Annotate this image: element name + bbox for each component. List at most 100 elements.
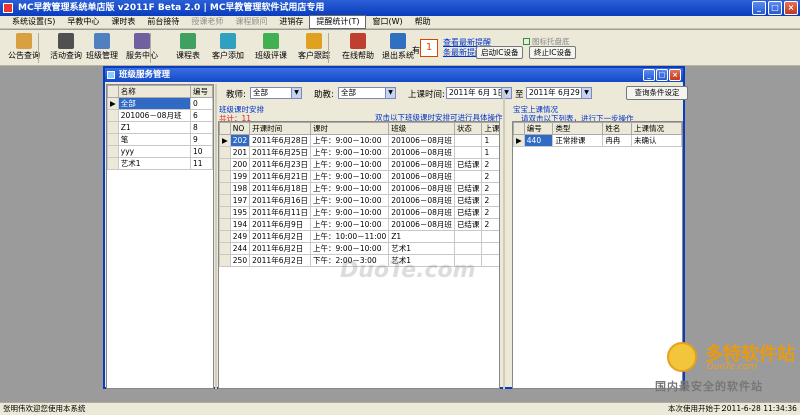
schedule-icon	[180, 33, 196, 49]
chevron-down-icon[interactable]: ▼	[385, 88, 395, 98]
row-indicator	[219, 146, 231, 159]
table-cell: 已结课	[453, 158, 483, 171]
table-cell: 197	[229, 194, 251, 207]
toolbar-button[interactable]: 课程表	[166, 32, 210, 64]
column-header[interactable]: 上课人数	[481, 122, 499, 135]
menu-item[interactable]: 授课老师	[185, 16, 229, 28]
column-header[interactable]: 上课情况	[630, 122, 682, 135]
table-row[interactable]: 201 2011年6月25日 上午：9:00－10:00 201006－08月班 1	[219, 146, 499, 159]
table-row[interactable]: 201006－08月班 6	[107, 109, 213, 122]
column-header[interactable]: NO	[229, 122, 251, 135]
table-row[interactable]: ▶ 全部 0	[107, 97, 213, 110]
minimize-button[interactable]: _	[752, 1, 766, 15]
table-cell: 2	[481, 182, 499, 195]
maximize-button[interactable]: □	[768, 1, 782, 15]
teacher-select[interactable]: 全部 ▼	[250, 87, 302, 99]
toolbar-button[interactable]: 服务中心	[120, 32, 164, 64]
table-cell: 笔	[117, 133, 192, 146]
table-row[interactable]: ▶ 440 正常排课 冉冉 未确认	[513, 134, 682, 147]
toolbar-button[interactable]: 客户添加	[206, 32, 250, 64]
assistant-select[interactable]: 全部 ▼	[338, 87, 396, 99]
table-row[interactable]: ▶ 202 2011年6月28日 上午：9:00－10:00 201006－08月班 1	[219, 134, 499, 147]
table-cell: 上午：9:00－10:00	[310, 206, 390, 219]
child-close-button[interactable]: ×	[669, 69, 681, 81]
table-row[interactable]: 197 2011年6月16日 上午：9:00－10:00 201006－08月班 已结课…	[219, 194, 499, 207]
table-row[interactable]: 199 2011年6月21日 上午：9:00－10:00 201006－08月班 2	[219, 170, 499, 183]
start-ic-button[interactable]: 启动IC设备	[476, 46, 524, 59]
reminder-count[interactable]: 1	[420, 39, 438, 57]
menu-item[interactable]: 帮助	[409, 16, 437, 28]
menu-item[interactable]: 系统设置(S)	[6, 16, 61, 28]
table-row[interactable]: 194 2011年6月9日 上午：9:00－10:00 201006－08月班 已结课 2	[219, 218, 499, 231]
menu-bar: 系统设置(S) 早教中心 课时表 前台接待 授课老师 课程顾问 进销存 提醒统计(T) 窗口(W…	[0, 15, 800, 29]
table-cell	[453, 170, 483, 183]
menu-item[interactable]: 提醒统计(T)	[309, 15, 367, 29]
chevron-down-icon[interactable]: ▼	[291, 88, 301, 98]
menu-item[interactable]: 课时表	[105, 16, 141, 28]
toolbar-button[interactable]: 公告查询	[2, 32, 46, 64]
chevron-down-icon[interactable]: ▼	[581, 88, 591, 98]
notice-icon	[16, 33, 32, 49]
exit-icon	[390, 33, 406, 49]
row-indicator: ▶	[513, 134, 525, 147]
menu-item[interactable]: 进销存	[273, 16, 309, 28]
child-maximize-button[interactable]: □	[656, 69, 668, 81]
toolbar-label: 在线帮助	[342, 51, 374, 60]
toolbar-button[interactable]: 客户跟踪	[292, 32, 336, 64]
menu-item[interactable]: 窗口(W)	[366, 16, 408, 28]
table-row[interactable]: 笔9	[107, 133, 213, 146]
table-cell	[453, 134, 483, 147]
table-row[interactable]: 198 2011年6月18日 上午：9:00－10:00 201006－08月班 已结课…	[219, 182, 499, 195]
menu-item[interactable]: 课程顾问	[229, 16, 273, 28]
status-session-label: 本次使用开始于：	[668, 404, 728, 413]
table-row[interactable]: Z1 8	[107, 121, 213, 134]
menu-item[interactable]: 早教中心	[61, 16, 105, 28]
tray-checkbox[interactable]: 图标托盘底	[523, 36, 570, 47]
toolbar-button[interactable]: 班级管理	[80, 32, 124, 64]
column-header[interactable]: 状态	[453, 122, 483, 135]
column-header[interactable]: 开课时间	[249, 122, 312, 135]
checkbox-icon[interactable]	[523, 38, 530, 45]
child-minimize-button[interactable]: _	[643, 69, 655, 81]
column-header[interactable]: 课时	[310, 122, 390, 135]
table-cell: 2	[481, 158, 499, 171]
menu-item[interactable]: 前台接待	[141, 16, 185, 28]
table-row[interactable]: 200 2011年6月23日 上午：9:00－10:00 201006－08月班 已结课…	[219, 158, 499, 171]
toolbar-separator	[38, 33, 39, 63]
table-cell: 2	[481, 206, 499, 219]
splitter[interactable]	[215, 84, 217, 389]
row-indicator	[107, 109, 119, 122]
stop-ic-button[interactable]: 终止IC设备	[529, 46, 577, 59]
row-indicator	[219, 242, 231, 255]
table-row[interactable]: 249 2011年6月2日 上午：10:00－11:00 Z1	[219, 230, 499, 243]
table-cell: 2011年6月28日	[249, 134, 312, 147]
column-header[interactable]: 班级	[388, 122, 455, 135]
table-cell: 249	[229, 230, 251, 243]
table-cell: 195	[229, 206, 251, 219]
splitter[interactable]	[503, 92, 505, 389]
table-row[interactable]: 244 2011年6月2日 上午：9:00－10:00 艺术1	[219, 242, 499, 255]
query-settings-button[interactable]: 查询条件设定	[626, 86, 688, 100]
row-indicator	[219, 182, 231, 195]
toolbar-button[interactable]: 班级评课	[249, 32, 293, 64]
class-list-table: 名称 编号 ▶ 全部 0 201006－08月班 6 Z1 8 笔 9 yyy 10 艺术1 11	[106, 84, 214, 389]
close-button[interactable]: ×	[784, 1, 798, 15]
toolbar-button[interactable]: 在线帮助	[336, 32, 380, 64]
child-window-titlebar: 班级服务管理 _ □ ×	[105, 68, 683, 82]
table-row[interactable]: yyy 10	[107, 145, 213, 158]
date-to-picker[interactable]: 2011年 6月29日 ▼	[526, 87, 592, 99]
table-row[interactable]: 艺术1 11	[107, 157, 213, 170]
table-cell: 上午：9:00－10:00	[310, 170, 390, 183]
toolbar-label: 班级管理	[86, 51, 118, 60]
table-cell: 上午：9:00－10:00	[310, 194, 390, 207]
row-header-corner	[219, 122, 231, 135]
table-row[interactable]: 195 2011年6月11日 上午：9:00－10:00 201006－08月班 已结课…	[219, 206, 499, 219]
column-header[interactable]: 名称	[117, 85, 192, 98]
table-cell: 440	[523, 134, 554, 147]
column-header[interactable]: 编号	[190, 85, 213, 98]
column-header[interactable]: 类型	[552, 122, 604, 135]
column-header[interactable]: 编号	[523, 122, 554, 135]
column-header[interactable]: 姓名	[602, 122, 632, 135]
center-watermark: DuoTe.com	[340, 258, 476, 283]
table-cell	[481, 230, 499, 243]
